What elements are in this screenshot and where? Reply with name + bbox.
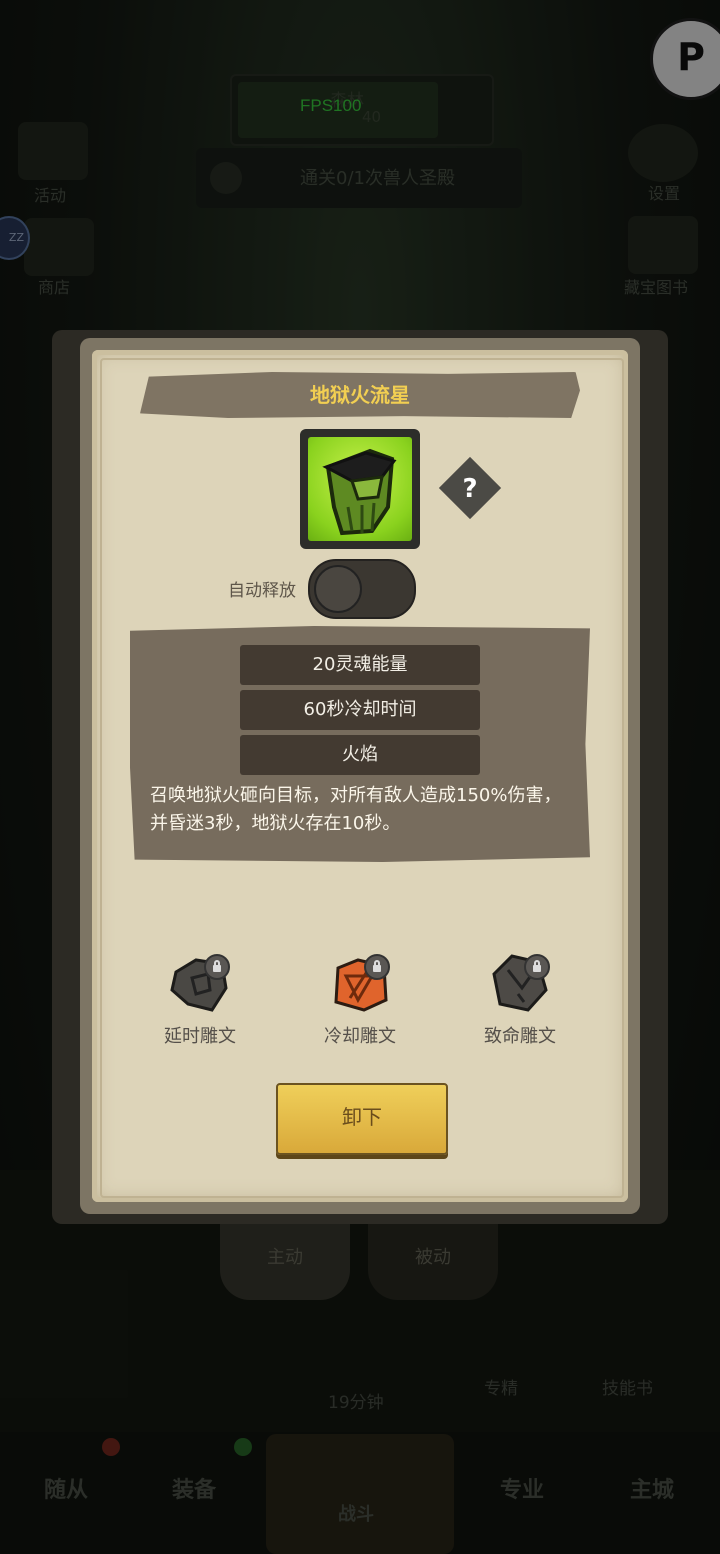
- stat-cooldown: 60秒冷却时间: [240, 690, 480, 730]
- lethal-rune-label: 致命雕文: [484, 1026, 556, 1047]
- toggle-knob: [314, 565, 362, 613]
- lock-icon: [364, 954, 390, 980]
- hellfire-meteor-icon: [300, 429, 420, 549]
- skill-description: 召唤地狱火砸向目标，对所有敌人造成150%伤害，并昏迷3秒，地狱火存在10秒。: [150, 785, 562, 834]
- cooldown-rune-label: 冷却雕文: [324, 1026, 396, 1047]
- skill-title: 地狱火流星: [310, 383, 410, 407]
- delay-rune-label: 延时雕文: [164, 1026, 236, 1047]
- stat-soul-energy: 20灵魂能量: [240, 645, 480, 685]
- lock-icon: [524, 954, 550, 980]
- stat-element: 火焰: [240, 735, 480, 775]
- lock-icon: [204, 954, 230, 980]
- auto-cast-toggle[interactable]: [308, 559, 416, 619]
- unequip-button[interactable]: 卸下: [276, 1083, 448, 1155]
- question-icon[interactable]: ?: [448, 466, 492, 510]
- auto-cast-label: 自动释放: [228, 581, 296, 601]
